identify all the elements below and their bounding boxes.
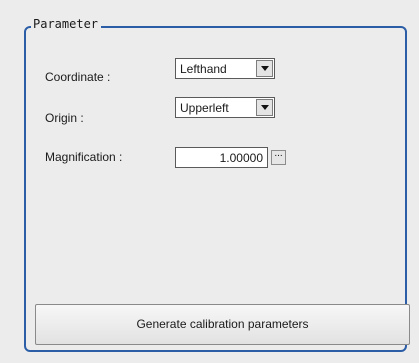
magnification-value: 1.00000 [219,151,263,165]
magnification-input[interactable]: 1.00000 [175,147,268,168]
chevron-down-icon [261,66,269,71]
origin-label: Origin : [45,111,84,125]
coordinate-dropdown-button[interactable] [256,60,273,77]
coordinate-label: Coordinate : [45,70,111,84]
coordinate-select[interactable]: Lefthand [175,58,275,79]
magnification-browse-button[interactable]: ... [271,148,286,165]
parameter-group-title: Parameter [31,16,102,32]
origin-dropdown-button[interactable] [256,99,273,116]
generate-calibration-button[interactable]: Generate calibration parameters [35,304,410,345]
coordinate-select-value: Lefthand [180,62,227,76]
origin-select[interactable]: Upperleft [175,97,275,118]
chevron-down-icon [261,105,269,110]
parameter-panel: Parameter Coordinate : Lefthand Origin :… [0,0,419,363]
ellipsis-icon: ... [274,148,283,159]
origin-select-value: Upperleft [180,101,229,115]
magnification-label: Magnification : [45,150,123,164]
